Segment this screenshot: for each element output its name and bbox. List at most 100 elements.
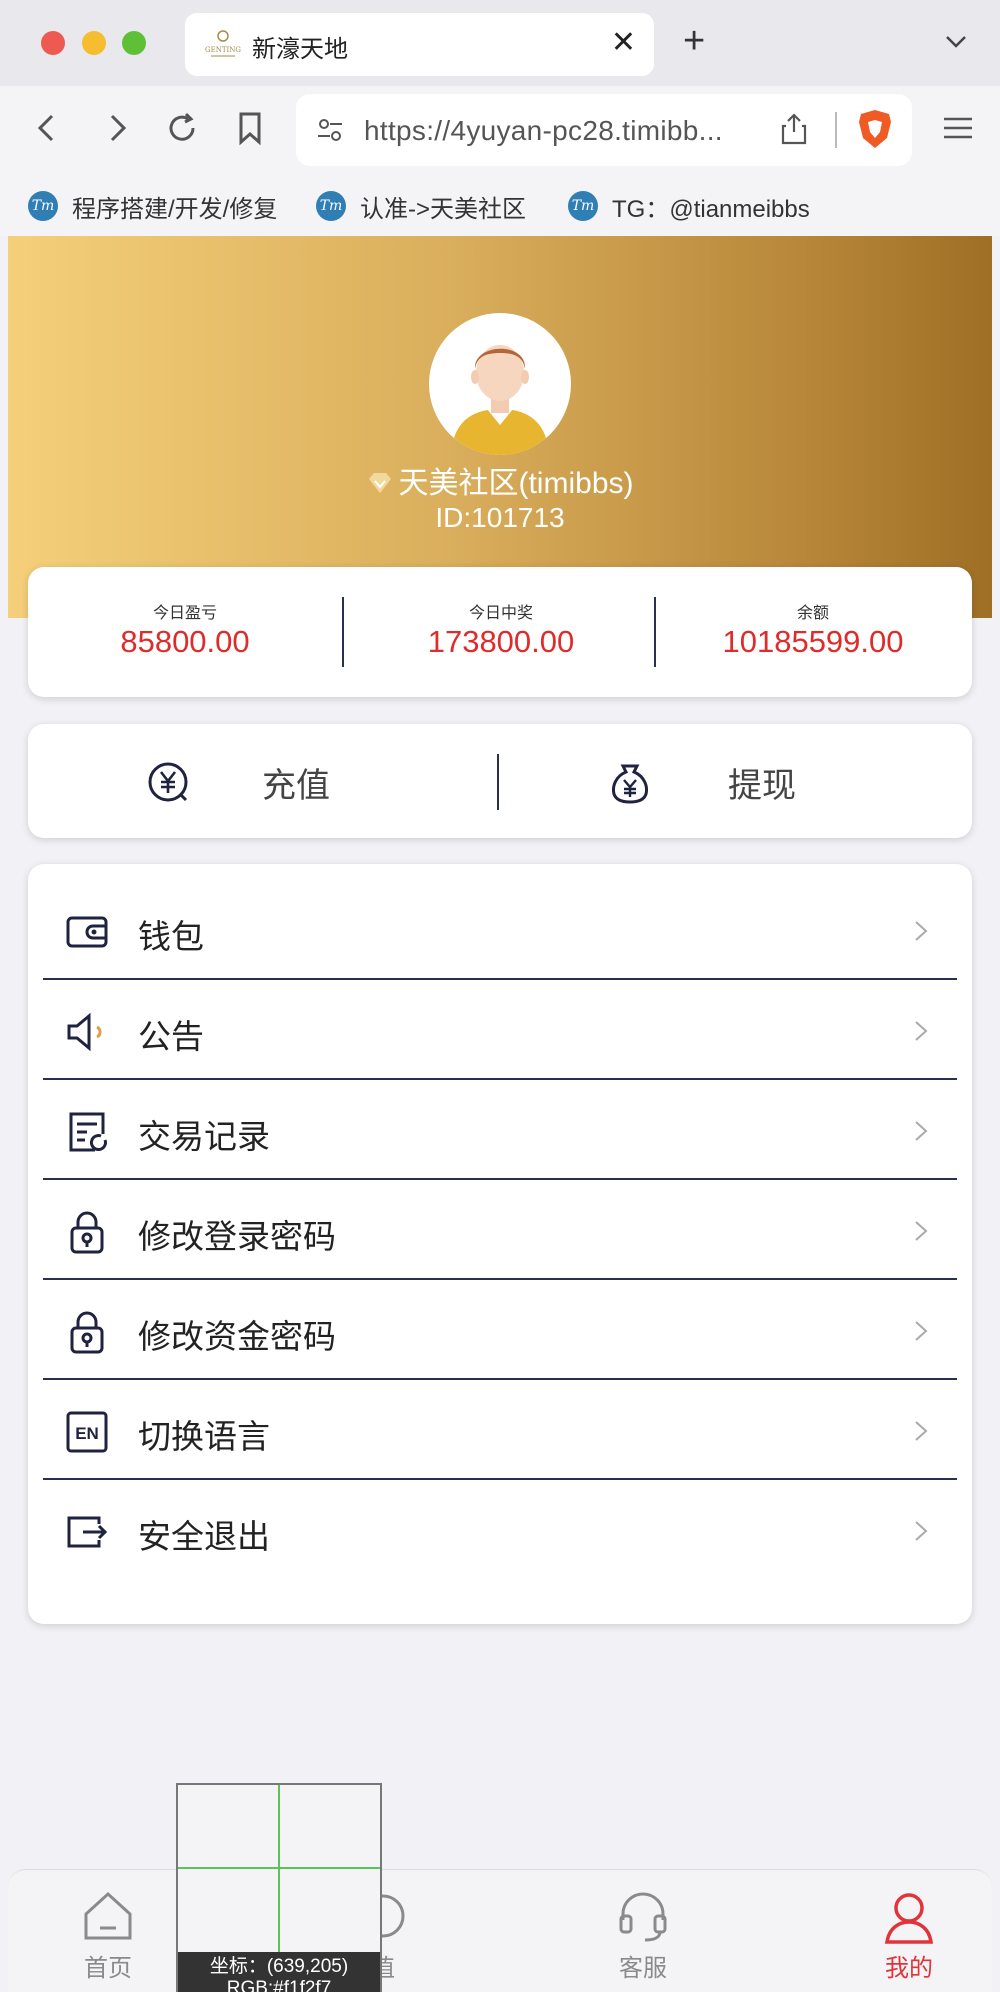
site-settings-icon[interactable] bbox=[316, 116, 344, 149]
reload-icon[interactable] bbox=[162, 108, 202, 148]
profile-header: 天美社区(timibbs) ID:101713 bbox=[8, 236, 992, 618]
avatar[interactable] bbox=[429, 313, 571, 455]
logout-icon bbox=[65, 1510, 109, 1554]
vip-diamond-icon bbox=[369, 473, 392, 493]
money-bag-icon bbox=[608, 760, 652, 804]
withdraw-button[interactable]: 提现 bbox=[500, 724, 972, 838]
menu-item-label: 钱包 bbox=[138, 918, 204, 955]
maximize-window-button[interactable] bbox=[122, 31, 146, 55]
tab-list-chevron-icon[interactable] bbox=[941, 26, 971, 61]
bookmark-icon[interactable] bbox=[230, 108, 270, 148]
actions-card: 充值 提现 bbox=[28, 724, 972, 838]
lock-icon bbox=[65, 1310, 109, 1354]
speaker-icon bbox=[65, 1010, 109, 1054]
browser-tab[interactable]: GENTING 新濠天地 ✕ bbox=[185, 13, 654, 76]
chevron-right-icon bbox=[913, 1116, 929, 1146]
nav-home[interactable]: 首页 bbox=[48, 1880, 168, 1990]
chevron-right-icon bbox=[913, 1216, 929, 1246]
menu-item-label: 修改资金密码 bbox=[138, 1318, 336, 1355]
new-tab-button[interactable]: + bbox=[683, 20, 705, 63]
stat-today-winnings: 今日中奖 173800.00 bbox=[344, 567, 658, 697]
tab-bar: GENTING 新濠天地 ✕ + bbox=[0, 0, 1000, 86]
stat-label: 余额 bbox=[796, 605, 829, 622]
tm-icon: Tm bbox=[568, 191, 598, 221]
tm-icon: Tm bbox=[316, 191, 346, 221]
stats-card: 今日盈亏 85800.00 今日中奖 173800.00 余额 10185599… bbox=[28, 567, 972, 697]
menu-item-wallet[interactable]: 钱包 bbox=[43, 880, 957, 980]
url-text: https://4yuyan-pc28.timibb... bbox=[364, 115, 723, 146]
bookmarks-bar: Tm 程序搭建/开发/修复 Tm 认准->天美社区 Tm TG：@tianmei… bbox=[0, 176, 1000, 236]
transaction-record-icon bbox=[65, 1110, 109, 1154]
genting-logo-icon: GENTING bbox=[205, 27, 241, 63]
brave-shield-icon[interactable] bbox=[857, 108, 893, 155]
forward-icon[interactable] bbox=[96, 108, 136, 148]
menu-item-transactions[interactable]: 交易记录 bbox=[43, 1080, 957, 1180]
address-divider bbox=[835, 112, 837, 148]
bookmark-label: TG：@tianmeibbs bbox=[612, 195, 810, 223]
menu-item-label: 交易记录 bbox=[138, 1118, 270, 1155]
browser-chrome: GENTING 新濠天地 ✕ + https://4yuyan-pc28.tim… bbox=[0, 0, 1000, 236]
nav-label: 我的 bbox=[885, 1955, 933, 1982]
recharge-yen-icon bbox=[146, 760, 190, 804]
svg-text:EN: EN bbox=[75, 1424, 99, 1443]
stat-value: 173800.00 bbox=[427, 624, 575, 659]
chevron-right-icon bbox=[913, 916, 929, 946]
recharge-label: 充值 bbox=[262, 767, 330, 805]
color-picker-magnifier: 坐标：(639,205) RGB:#f1f2f7 bbox=[176, 1783, 382, 1992]
menu-item-label: 公告 bbox=[138, 1018, 204, 1055]
menu-item-logout[interactable]: 安全退出 bbox=[43, 1480, 957, 1580]
nav-mine[interactable]: 我的 bbox=[849, 1880, 969, 1990]
bookmark-item[interactable]: Tm 认准->天美社区 bbox=[316, 186, 526, 226]
tab-close-icon[interactable]: ✕ bbox=[611, 25, 636, 60]
withdraw-label: 提现 bbox=[728, 767, 796, 805]
menu-item-change-fund-password[interactable]: 修改资金密码 bbox=[43, 1280, 957, 1380]
bookmark-label: 程序搭建/开发/修复 bbox=[72, 195, 278, 223]
chevron-right-icon bbox=[913, 1416, 929, 1446]
home-icon bbox=[80, 1888, 136, 1944]
nav-customer-service[interactable]: 客服 bbox=[583, 1880, 703, 1990]
tab-title: 新濠天地 bbox=[252, 36, 348, 63]
username: 天美社区(timibbs) bbox=[8, 458, 992, 502]
user-id: ID:101713 bbox=[435, 502, 565, 533]
menu-item-change-login-password[interactable]: 修改登录密码 bbox=[43, 1180, 957, 1280]
close-window-button[interactable] bbox=[41, 31, 65, 55]
username-text: 天美社区(timibbs) bbox=[398, 467, 634, 500]
address-bar[interactable]: https://4yuyan-pc28.timibb... bbox=[296, 94, 912, 166]
stat-balance: 余额 10185599.00 bbox=[656, 567, 970, 697]
navigation-bar: https://4yuyan-pc28.timibb... bbox=[0, 86, 1000, 176]
magnifier-info: 坐标：(639,205) RGB:#f1f2f7 bbox=[178, 1952, 380, 1992]
magnifier-coords: 坐标：(639,205) bbox=[209, 1956, 349, 1977]
page-content: 天美社区(timibbs) ID:101713 今日盈亏 85800.00 今日… bbox=[8, 236, 992, 1992]
nav-label: 客服 bbox=[619, 1955, 667, 1982]
stat-label: 今日中奖 bbox=[468, 605, 533, 622]
menu-item-announcement[interactable]: 公告 bbox=[43, 980, 957, 1080]
menu-item-switch-language[interactable]: EN 切换语言 bbox=[43, 1380, 957, 1480]
recharge-button[interactable]: 充值 bbox=[28, 724, 496, 838]
bottom-navigation: 首页 值 客服 我的 bbox=[8, 1869, 992, 1992]
action-divider bbox=[497, 754, 499, 810]
nav-label: 首页 bbox=[84, 1955, 132, 1982]
menu-hamburger-icon[interactable] bbox=[938, 108, 978, 148]
menu-item-label: 安全退出 bbox=[138, 1518, 270, 1555]
stat-label: 今日盈亏 bbox=[152, 605, 217, 622]
tm-icon: Tm bbox=[28, 191, 58, 221]
user-icon bbox=[881, 1888, 937, 1944]
minimize-window-button[interactable] bbox=[82, 31, 106, 55]
magnifier-rgb: RGB:#f1f2f7 bbox=[226, 1977, 332, 1992]
wallet-icon bbox=[65, 910, 109, 954]
language-en-icon: EN bbox=[65, 1410, 109, 1454]
bookmark-label: 认准->天美社区 bbox=[360, 195, 527, 223]
bookmark-item[interactable]: Tm TG：@tianmeibbs bbox=[568, 186, 810, 226]
share-icon[interactable] bbox=[778, 112, 810, 151]
stat-value: 10185599.00 bbox=[722, 624, 904, 659]
lock-icon bbox=[65, 1210, 109, 1254]
bookmark-item[interactable]: Tm 程序搭建/开发/修复 bbox=[28, 186, 277, 226]
crosshair-vertical bbox=[278, 1785, 280, 1952]
chevron-right-icon bbox=[913, 1016, 929, 1046]
menu-item-label: 切换语言 bbox=[138, 1418, 270, 1455]
stat-today-profit: 今日盈亏 85800.00 bbox=[28, 567, 342, 697]
headset-icon bbox=[615, 1888, 671, 1944]
chevron-right-icon bbox=[913, 1316, 929, 1346]
chevron-right-icon bbox=[913, 1516, 929, 1546]
back-icon[interactable] bbox=[28, 108, 68, 148]
